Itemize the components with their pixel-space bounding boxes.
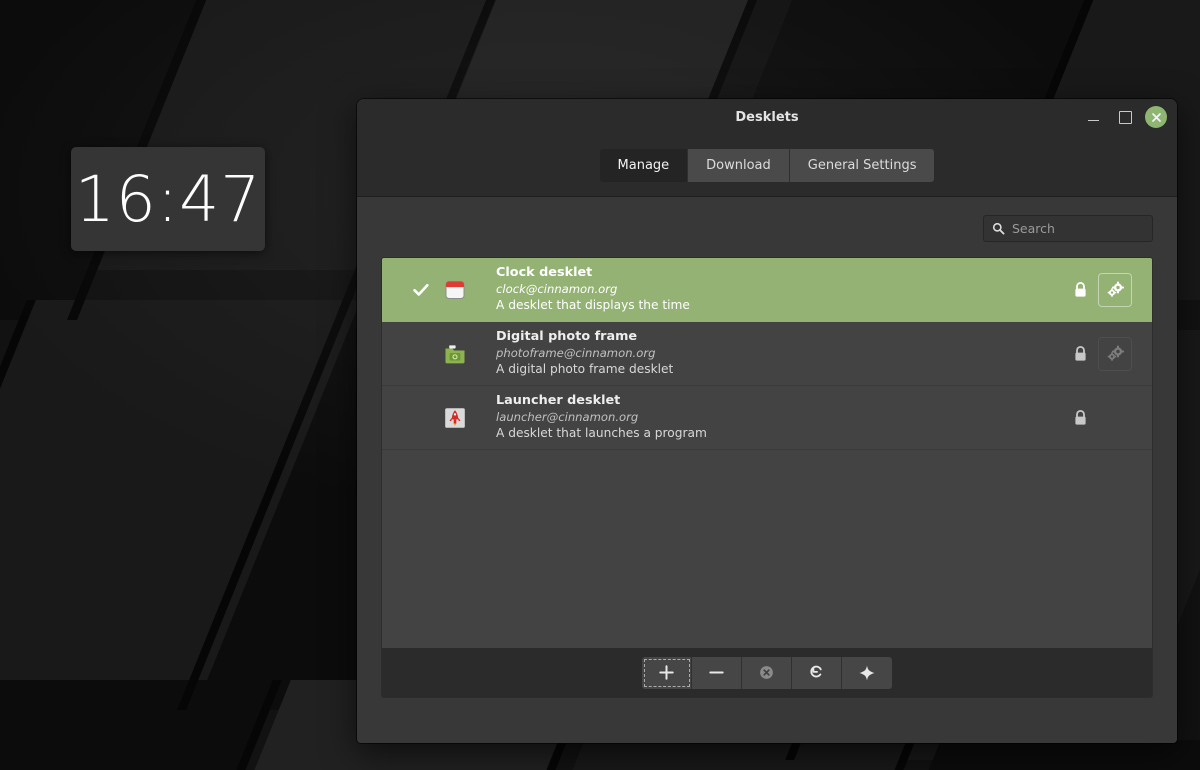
maximize-button[interactable]: [1113, 105, 1137, 129]
photo-folder-icon: [442, 341, 468, 367]
calendar-clock-icon: [442, 277, 468, 303]
add-desklet-button[interactable]: [642, 657, 692, 689]
clock-time: 16:47: [75, 168, 262, 231]
gear-icon: [1106, 344, 1125, 363]
desklet-title: Digital photo frame: [496, 329, 1073, 345]
desklet-title: Clock desklet: [496, 265, 1073, 281]
uninstall-button[interactable]: [742, 657, 792, 689]
desklet-description: A desklet that displays the time: [496, 298, 1073, 314]
clock-desklet-widget[interactable]: 16:47: [71, 147, 265, 251]
desklet-description: A digital photo frame desklet: [496, 362, 1073, 378]
tab-general-settings-label: General Settings: [808, 158, 917, 173]
plus-icon: [658, 664, 675, 681]
search-input[interactable]: [1012, 221, 1144, 236]
tab-general-settings[interactable]: General Settings: [790, 149, 935, 182]
tab-bar: Manage Download General Settings: [357, 135, 1177, 197]
remove-desklet-button[interactable]: [692, 657, 742, 689]
row-actions: [1073, 273, 1132, 307]
tab-manage[interactable]: Manage: [600, 149, 689, 182]
desklet-info: Digital photo frame photoframe@cinnamon.…: [496, 329, 1073, 377]
sparkle-icon: [858, 664, 876, 682]
desklet-uuid: clock@cinnamon.org: [496, 282, 1073, 296]
tab-group: Manage Download General Settings: [600, 149, 935, 182]
tab-download-label: Download: [706, 158, 771, 173]
configure-button[interactable]: [1098, 273, 1132, 307]
desklet-title: Launcher desklet: [496, 393, 1073, 409]
lock-icon: [1073, 409, 1088, 426]
window-titlebar[interactable]: Desklets: [357, 99, 1177, 135]
desklet-row-launcher[interactable]: Launcher desklet launcher@cinnamon.org A…: [382, 386, 1152, 450]
configure-button[interactable]: [1098, 337, 1132, 371]
desklets-window: Desklets Manage Download: [357, 99, 1177, 743]
desklet-row-photoframe[interactable]: Digital photo frame photoframe@cinnamon.…: [382, 322, 1152, 386]
close-button[interactable]: [1145, 106, 1167, 128]
desklet-info: Clock desklet clock@cinnamon.org A deskl…: [496, 265, 1073, 313]
restore-button[interactable]: [792, 657, 842, 689]
close-icon: [1151, 112, 1162, 123]
gear-icon: [1106, 280, 1125, 299]
search-row: [381, 215, 1153, 257]
minus-icon: [708, 664, 725, 681]
undo-icon: [808, 664, 826, 682]
window-controls: [1081, 99, 1167, 135]
row-actions: [1073, 337, 1132, 371]
search-box[interactable]: [983, 215, 1153, 242]
tab-manage-label: Manage: [618, 158, 670, 173]
window-footer: [381, 698, 1153, 743]
desklet-description: A desklet that launches a program: [496, 426, 1073, 442]
lock-icon: [1073, 345, 1088, 362]
desklet-info: Launcher desklet launcher@cinnamon.org A…: [496, 393, 1073, 441]
desklet-list[interactable]: Clock desklet clock@cinnamon.org A deskl…: [381, 257, 1153, 648]
minimize-button[interactable]: [1081, 105, 1105, 129]
window-body: Clock desklet clock@cinnamon.org A deskl…: [357, 197, 1177, 743]
search-icon: [992, 222, 1005, 235]
configure-button-placeholder: [1098, 401, 1132, 435]
toolbar-button-group: [642, 657, 892, 689]
row-actions: [1073, 401, 1132, 435]
window-title: Desklets: [735, 110, 798, 125]
desklet-uuid: photoframe@cinnamon.org: [496, 346, 1073, 360]
check-icon: [412, 281, 430, 299]
lock-icon: [1073, 281, 1088, 298]
highlight-button[interactable]: [842, 657, 892, 689]
remove-circle-icon: [758, 664, 775, 681]
desklet-toolbar: [381, 648, 1153, 698]
tab-download[interactable]: Download: [688, 149, 790, 182]
enabled-checkmark: [408, 281, 434, 299]
desklet-uuid: launcher@cinnamon.org: [496, 410, 1073, 424]
desktop: 16:47 Desklets Manage Downlo: [0, 0, 1200, 770]
rocket-icon: [442, 405, 468, 431]
desklet-row-clock[interactable]: Clock desklet clock@cinnamon.org A deskl…: [382, 258, 1152, 322]
